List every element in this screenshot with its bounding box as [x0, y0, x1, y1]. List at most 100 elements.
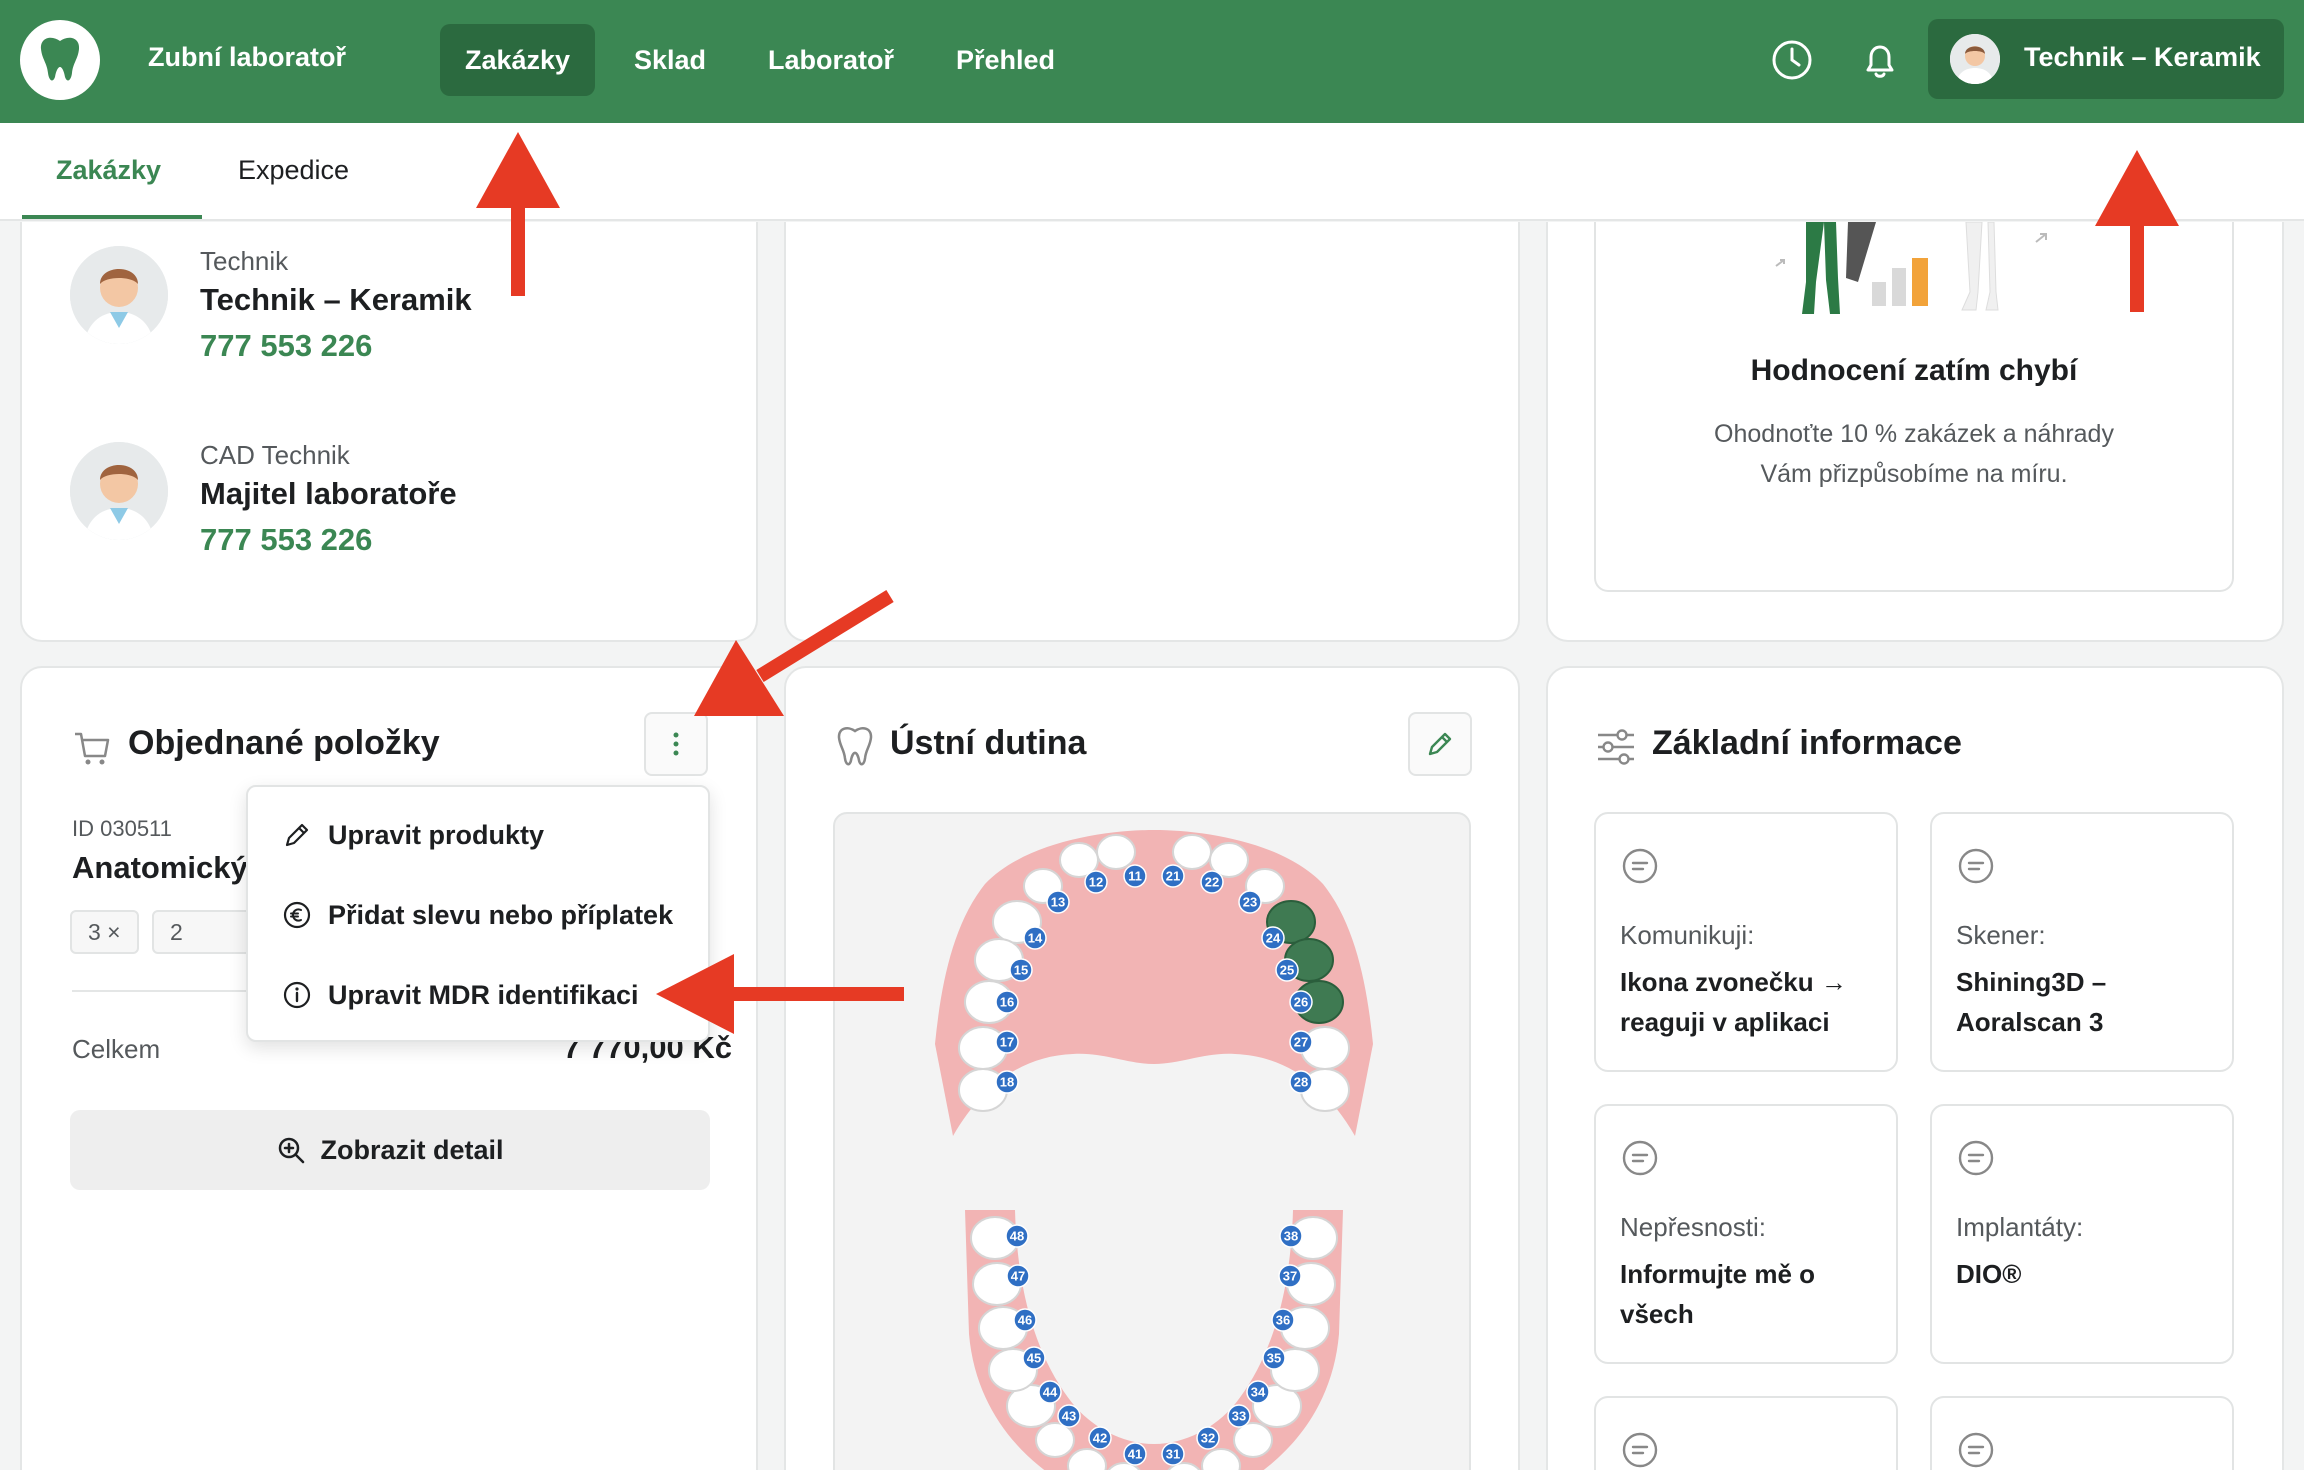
info-value: Informujte mě o všech	[1620, 1259, 1816, 1329]
menu-item-edit-products[interactable]: Upravit produkty	[282, 815, 544, 855]
settings-sliders-icon	[1598, 729, 1634, 765]
nav-zakazky[interactable]: Zakázky	[440, 24, 596, 96]
rating-text-line1: Ohodnoťte 10 % zakázek a náhrady	[1714, 420, 2114, 448]
euro-icon	[283, 901, 311, 929]
rating-text-line2: Vám přizpůsobíme na míru.	[1760, 460, 2068, 488]
price-chip: 2 590,0	[152, 910, 252, 954]
item-name: Anatomický	[72, 850, 248, 885]
menu-item-label: Přidat slevu nebo příplatek	[328, 899, 674, 930]
info-tile	[1594, 1396, 1898, 1470]
info-value: Shining3D – Aoralscan 3	[1956, 967, 2107, 1037]
oral-cavity-title: Ústní dutina	[890, 724, 1087, 762]
menu-item-add-discount[interactable]: Přidat slevu nebo příplatek	[282, 895, 673, 935]
tooth-number: 15	[1014, 963, 1028, 978]
tooth-number: 28	[1294, 1075, 1308, 1090]
pencil-icon	[285, 823, 309, 847]
contacts-card: Technik Technik – Keramik 777 553 226 CA…	[20, 222, 758, 642]
tooth-number: 18	[1000, 1075, 1014, 1090]
tooth-number: 17	[1000, 1035, 1014, 1050]
chat-icon	[1958, 1140, 1994, 1176]
tooth-number: 34	[1251, 1385, 1266, 1400]
nav-sklad[interactable]: Sklad	[609, 24, 731, 96]
basic-info-title: Základní informace	[1652, 724, 1962, 762]
tooth[interactable]	[1233, 1422, 1273, 1458]
tooth-number: 45	[1027, 1351, 1041, 1366]
info-label: Komunikuji:	[1620, 920, 1755, 950]
show-detail-button[interactable]: Zobrazit detail	[70, 1110, 710, 1190]
contact-phone[interactable]: 777 553 226	[200, 522, 372, 558]
tooth-number: 31	[1166, 1447, 1180, 1462]
rating-illustration	[1775, 222, 2047, 314]
more-options-button[interactable]	[644, 712, 708, 776]
tooth-number: 36	[1276, 1313, 1290, 1328]
tooth[interactable]	[1096, 834, 1136, 870]
brand-name[interactable]: Zubní laboratoř	[148, 42, 346, 73]
item-id: ID 030511	[72, 816, 172, 841]
chat-icon	[1958, 1432, 1994, 1468]
info-tile: Komunikuji: Ikona zvonečku → reaguji v a…	[1594, 812, 1898, 1072]
contact-name: Technik – Keramik	[200, 282, 472, 317]
chat-icon	[1958, 848, 1994, 884]
info-value: DIO®	[1956, 1259, 2022, 1289]
bell-icon[interactable]	[1856, 36, 1904, 84]
tooth-number: 14	[1028, 931, 1043, 946]
tooth-number: 21	[1166, 869, 1180, 884]
sub-navigation: Zakázky Expedice	[0, 123, 2304, 221]
chat-icon	[1622, 848, 1658, 884]
logo[interactable]	[20, 20, 100, 100]
tooth-number: 11	[1128, 869, 1142, 884]
dental-chart: 11 12 13 14 15 16 17 18 21 22 23 24 25 26 27 28 41 42 43 44…	[833, 812, 1471, 1470]
tooth-logo-icon	[40, 37, 80, 81]
user-menu-button[interactable]: Technik – Keramik	[1928, 19, 2284, 99]
contact-phone[interactable]: 777 553 226	[200, 328, 372, 364]
menu-item-edit-mdr[interactable]: Upravit MDR identifikaci	[282, 975, 639, 1015]
info-tile	[1930, 1396, 2234, 1470]
info-label: Nepřesnosti:	[1620, 1212, 1766, 1242]
contact-role: Technik	[200, 246, 289, 276]
quantity-chip: 3 ×	[70, 910, 139, 954]
tab-expedice[interactable]: Expedice	[238, 155, 349, 186]
tooth-number: 32	[1201, 1431, 1215, 1446]
contact-name: Majitel laboratoře	[200, 476, 457, 511]
nav-laborator[interactable]: Laboratoř	[743, 24, 919, 96]
nav-prehled[interactable]: Přehled	[931, 24, 1080, 96]
show-detail-label: Zobrazit detail	[320, 1134, 504, 1165]
pencil-icon	[1428, 732, 1452, 756]
edit-oral-cavity-button[interactable]	[1408, 712, 1472, 776]
chat-icon	[1622, 1432, 1658, 1468]
tooth-number: 26	[1294, 995, 1308, 1010]
info-value: Ikona zvonečku → reaguji v aplikaci	[1620, 967, 1847, 1037]
tooth-number: 33	[1232, 1409, 1246, 1424]
rating-title: Hodnocení zatím chybí	[1750, 354, 2078, 387]
tooth-number: 35	[1267, 1351, 1281, 1366]
tooth-number: 25	[1280, 963, 1294, 978]
contact-avatar	[70, 442, 168, 540]
tooth[interactable]	[1172, 834, 1212, 870]
contact-avatar	[70, 246, 168, 344]
tooth-number: 12	[1089, 875, 1103, 890]
tooth-number: 13	[1051, 895, 1065, 910]
cart-icon	[75, 732, 110, 765]
chat-icon	[1622, 1140, 1658, 1176]
info-icon	[283, 981, 311, 1009]
tooth-number: 22	[1205, 875, 1219, 890]
menu-item-label: Upravit MDR identifikaci	[328, 979, 639, 1010]
tooth-number: 46	[1018, 1313, 1032, 1328]
info-tile: Implantáty: DIO®	[1930, 1104, 2234, 1364]
rating-box: Hodnocení zatím chybí Ohodnoťte 10 % zak…	[1594, 222, 2234, 592]
tooth-number: 16	[1000, 995, 1014, 1010]
ordered-items-title: Objednané položky	[128, 724, 440, 762]
menu-item-label: Upravit produkty	[328, 819, 545, 850]
tooth-number: 48	[1010, 1229, 1024, 1244]
middle-top-card	[784, 222, 1520, 642]
tooth-number: 37	[1283, 1269, 1297, 1284]
tooth-number: 23	[1243, 895, 1257, 910]
clock-icon[interactable]	[1768, 36, 1816, 84]
info-label: Skener:	[1956, 920, 2046, 950]
options-dropdown-menu: Upravit produkty Přidat slevu nebo přípl…	[246, 785, 710, 1042]
tooth-number: 27	[1294, 1035, 1308, 1050]
kebab-icon	[673, 732, 679, 756]
tooth[interactable]	[1035, 1422, 1075, 1458]
contact-role: CAD Technik	[200, 440, 350, 470]
tab-zakazky[interactable]: Zakázky	[56, 155, 161, 186]
